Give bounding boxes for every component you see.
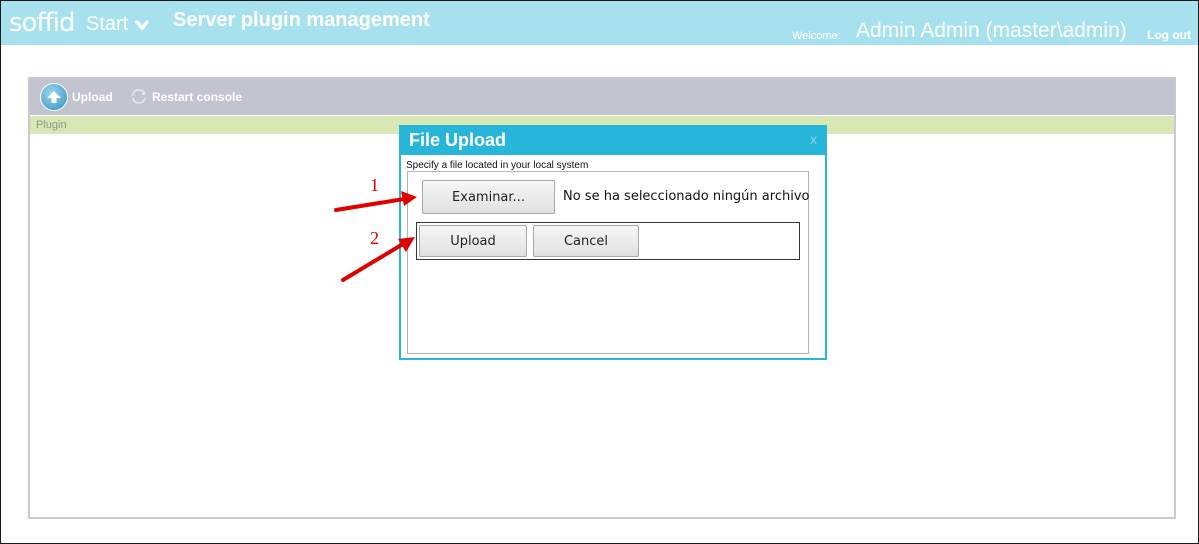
arrow-icon-step-1 [334, 191, 417, 212]
arrow-icon-step-2 [341, 237, 415, 282]
annotation-arrows [334, 191, 417, 282]
app-window: soffid Start Server plugin management We… [0, 0, 1199, 544]
